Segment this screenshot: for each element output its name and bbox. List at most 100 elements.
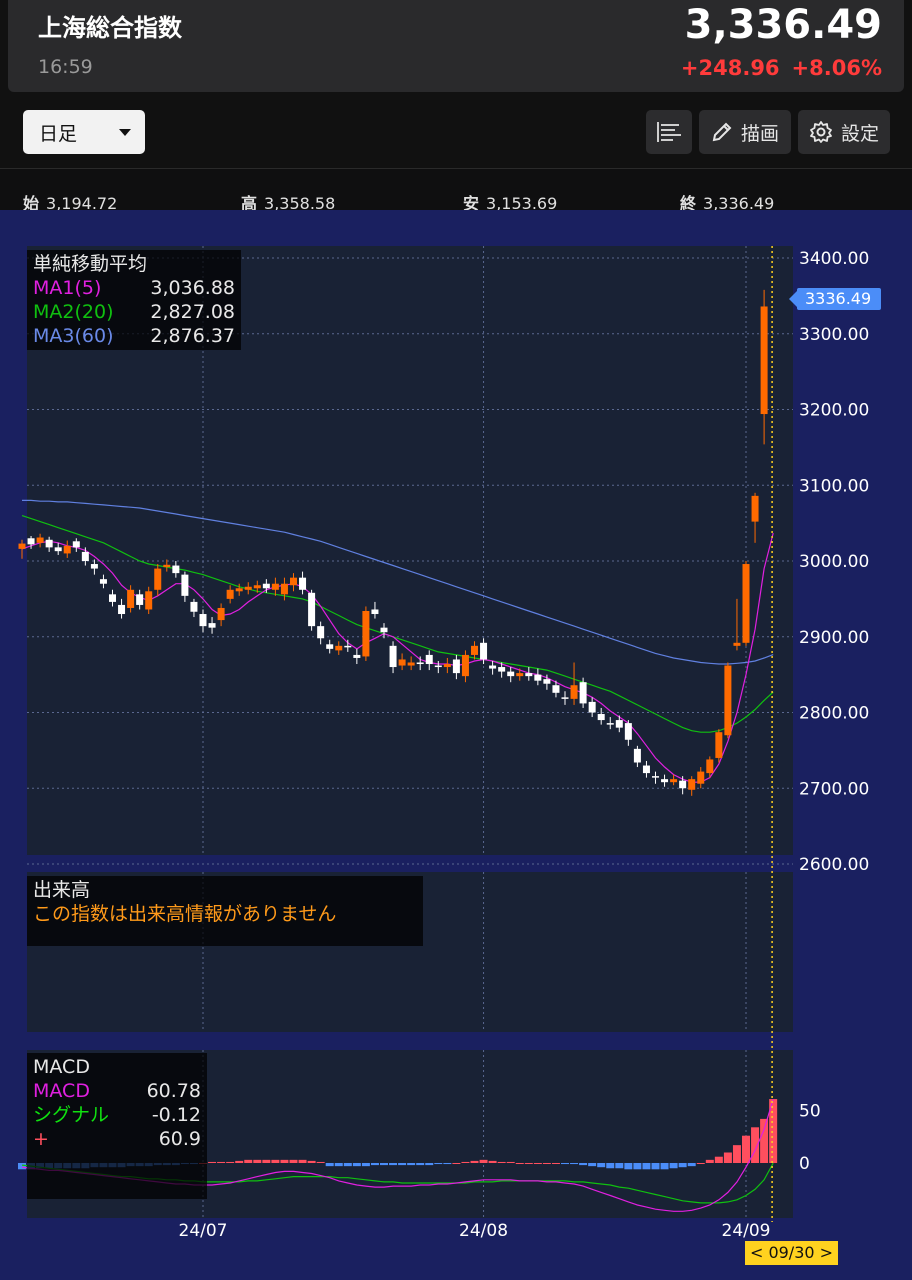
macd-hist-bar [760, 1118, 769, 1163]
candle-body [661, 779, 669, 783]
macd-hist-bar [289, 1159, 298, 1163]
macd-hist-bar [389, 1163, 398, 1166]
date-cursor-tag[interactable]: < 09/30 > [745, 1241, 838, 1265]
candle-body [742, 564, 750, 643]
price-change: +248.96 +8.06% [681, 56, 882, 80]
signal-label: シグナル [33, 1104, 110, 1126]
macd-hist-bar [542, 1163, 551, 1164]
candle-body [688, 779, 696, 790]
macd-hist-bar [660, 1163, 669, 1170]
macd-hist-bar [398, 1163, 407, 1166]
quote-header: 上海総合指数 16:59 3,336.49 +248.96 +8.06% [8, 0, 904, 92]
macd-hist-bar [515, 1163, 524, 1164]
ma-legend-title: 単純移動平均 [33, 253, 148, 275]
candle-body [724, 665, 732, 736]
candle-body [163, 564, 171, 568]
candle-body [63, 545, 71, 554]
ma2-label: MA2(20) [33, 301, 114, 323]
macd-row: MACD 60.78 [33, 1079, 201, 1103]
macd-hist-bar [714, 1156, 723, 1163]
candle-body [172, 565, 180, 574]
date-tick-label: 24/07 [179, 1221, 228, 1241]
macd-hist-bar [742, 1135, 750, 1163]
macd-hist-bar [416, 1163, 425, 1166]
macd-hist-bar [615, 1163, 624, 1169]
macd-hist-bar [280, 1159, 289, 1163]
quote-time: 16:59 [38, 56, 93, 78]
candle-body [145, 591, 153, 610]
candle-body [118, 604, 126, 615]
macd-hist-bar [244, 1159, 253, 1163]
price-tick-label: 3200.00 [799, 401, 869, 421]
price-tick-label: 2900.00 [799, 628, 869, 648]
macd-hist-bar [226, 1161, 235, 1163]
candle-body [416, 662, 424, 665]
candle-body [697, 771, 705, 784]
hist-value: 60.9 [158, 1128, 201, 1150]
macd-hist-bar [669, 1163, 678, 1169]
caret-down-icon [119, 129, 131, 136]
candle-body [36, 537, 44, 543]
macd-hist-bar [588, 1163, 597, 1167]
macd-hist-bar [352, 1163, 361, 1167]
macd-hist-bar [307, 1160, 316, 1163]
candle-body [471, 645, 478, 655]
candle-body [461, 654, 469, 677]
volume-unavailable-message: この指数は出来高情報がありません [33, 903, 337, 925]
ohlc-bar: 始 3,194.72 高 3,358.58 安 3,153.69 終 3,336.49 [0, 168, 912, 213]
candle-body [733, 642, 741, 646]
macd-legend: MACD MACD 60.78 シグナル -0.12 +60.9 [27, 1053, 207, 1199]
ma3-label: MA3(60) [33, 325, 114, 347]
macd-hist-bar [579, 1163, 588, 1166]
macd-hist-bar [443, 1163, 452, 1165]
macd-hist-bar [506, 1161, 515, 1163]
change-percent: +8.06% [791, 56, 882, 80]
date-tick-label: 24/09 [722, 1221, 771, 1241]
candle-body [679, 780, 687, 789]
macd-hist-bar [497, 1161, 506, 1163]
macd-hist-bar [705, 1159, 714, 1163]
macd-hist-bar [452, 1163, 461, 1164]
candle-body [244, 586, 252, 590]
candle-body [588, 701, 596, 713]
candle-body [670, 779, 678, 783]
macd-hist-bar [361, 1163, 370, 1167]
macd-hist-bar [271, 1159, 280, 1163]
settings-button[interactable]: 設定 [798, 110, 890, 154]
candle-body [208, 623, 216, 628]
candle-body [335, 645, 343, 651]
ma1-label: MA1(5) [33, 277, 102, 299]
chart-area[interactable]: 3400.00 3300.00 3200.00 3100.00 3000.00 2900.… [0, 210, 912, 1280]
candle-body [217, 607, 225, 621]
macd-hist-bar [370, 1163, 379, 1166]
candle-body [190, 601, 198, 612]
macd-hist-bar [325, 1163, 334, 1167]
ma3-value: 2,876.37 [150, 325, 235, 347]
candle-body [253, 585, 261, 589]
layout-button[interactable] [646, 110, 692, 154]
price-tick-label: 3100.00 [799, 476, 869, 496]
ma1-row: MA1(5) 3,036.88 [33, 276, 235, 300]
candle-body [299, 577, 307, 590]
period-select[interactable]: 日足 [23, 110, 145, 154]
candle-body [606, 723, 614, 725]
price-tick-label: 3400.00 [799, 249, 869, 269]
candle-body [109, 594, 116, 602]
draw-button[interactable]: 描画 [699, 110, 791, 154]
candle-body [633, 748, 641, 763]
macd-hist-bar [524, 1163, 533, 1164]
macd-hist-bar [343, 1163, 352, 1167]
macd-hist-bar [380, 1163, 388, 1166]
candle-body [127, 589, 135, 608]
candle-body [452, 659, 460, 674]
macd-tick-label: 50 [799, 1102, 821, 1122]
chart-toolbar: 日足 描画 設定 [0, 100, 912, 166]
candle-body [27, 538, 35, 545]
candle-body [181, 574, 189, 596]
candle-body [597, 714, 605, 721]
candle-body [136, 594, 144, 605]
price-tick-label: 3000.00 [799, 552, 869, 572]
date-tick-label: 24/08 [459, 1221, 508, 1241]
macd-hist-bar [262, 1159, 271, 1163]
macd-hist-bar [217, 1161, 226, 1163]
